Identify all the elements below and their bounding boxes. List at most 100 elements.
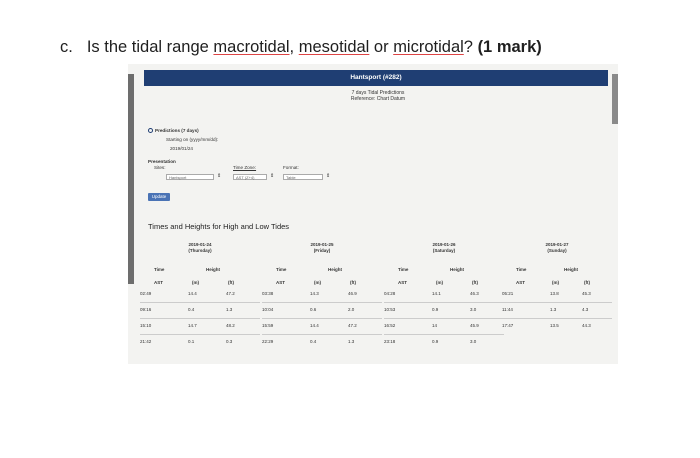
table-row: 11:44 1.3 4.3 (502, 302, 612, 319)
day-header: 2019-01-27 (Sunday) (502, 242, 612, 264)
height-header: Height (206, 267, 220, 272)
site-select[interactable]: Hantsport (166, 174, 214, 180)
day-table-4: 2019-01-27 (Sunday) Time Height AST (m) (… (502, 242, 612, 354)
ft-header: (ft) (228, 280, 234, 285)
row-ft: 46.3 (470, 291, 479, 296)
table-row: 04:28 14.1 46.3 (384, 286, 504, 303)
table-row: 21:42 0.1 0.3 (140, 334, 260, 350)
row-m: 0.9 (432, 339, 439, 344)
m-header: (m) (192, 280, 199, 285)
row-time: 23:18 (384, 339, 396, 344)
row-time: 04:28 (384, 291, 396, 296)
day-header: 2019-01-26 (Saturday) (384, 242, 504, 264)
row-time: 15:59 (262, 323, 274, 328)
row-m: 14 (432, 323, 438, 328)
day-header: 2019-01-24 (Thursday) (140, 242, 260, 264)
day-table-1: 2019-01-24 (Thursday) Time Height AST (m)… (140, 242, 260, 354)
time-header: Time (276, 267, 287, 272)
row-m: 0.4 (188, 307, 195, 312)
row-m: 14.7 (188, 323, 197, 328)
row-ft: 3.0 (470, 339, 477, 344)
row-ft: 1.3 (226, 307, 233, 312)
question-letter: c. (60, 38, 73, 56)
format-select[interactable]: Table (283, 174, 323, 180)
table-row: 02:49 14.4 47.2 (140, 286, 260, 303)
predictions-option[interactable]: Predictions (7 days) (148, 128, 199, 134)
table-row: 15:10 14.7 48.2 (140, 318, 260, 335)
height-header: Height (328, 267, 342, 272)
section-title: Times and Heights for High and Low Tides (148, 222, 290, 231)
left-edge (128, 74, 134, 284)
ft-header: (ft) (584, 280, 590, 285)
radio-icon[interactable] (148, 128, 153, 134)
table-row: 23:18 0.9 3.0 (384, 334, 504, 350)
m-header: (m) (314, 280, 321, 285)
time-header: Time (154, 267, 165, 272)
row-m: 0.1 (188, 339, 195, 344)
row-ft: 45.3 (582, 291, 591, 296)
row-m: 14.1 (432, 291, 441, 296)
height-header: Height (450, 267, 464, 272)
question-text: c. Is the tidal range macrotidal, mesotid… (60, 38, 542, 57)
ft-header: (ft) (472, 280, 478, 285)
term-macrotidal: macrotidal (213, 38, 290, 56)
site-chevron-icon[interactable]: ⇕ (217, 173, 221, 179)
term-microtidal: microtidal (393, 38, 464, 56)
height-header: Height (564, 267, 578, 272)
row-time: 15:10 (140, 323, 152, 328)
format-chevron-icon[interactable]: ⇕ (326, 173, 330, 179)
m-header: (m) (436, 280, 443, 285)
row-ft: 2.0 (348, 307, 355, 312)
row-ft: 1.3 (348, 339, 355, 344)
day-weekday: (Friday) (313, 248, 331, 253)
ast-header: AST (154, 280, 163, 285)
row-m: 14.4 (310, 323, 319, 328)
question-marks: (1 mark) (477, 38, 542, 56)
row-time: 10:04 (262, 307, 274, 312)
row-ft: 45.9 (470, 323, 479, 328)
timezone-select[interactable]: AST (Z+4) (233, 174, 267, 180)
row-ft: 44.3 (582, 323, 591, 328)
day-weekday: (Saturday) (432, 248, 456, 253)
question-prefix: Is the tidal range (86, 38, 214, 56)
format-label: Format: (283, 165, 299, 170)
time-header: Time (516, 267, 527, 272)
day-header: 2019-01-25 (Friday) (262, 242, 382, 264)
day-weekday: (Sunday) (547, 248, 567, 253)
table-row: 16:52 14 45.9 (384, 318, 504, 335)
row-time: 09:16 (140, 307, 152, 312)
row-m: 0.6 (310, 307, 317, 312)
row-time: 05:21 (502, 291, 514, 296)
table-row: 10:04 0.6 2.0 (262, 302, 382, 319)
row-m: 1.3 (550, 307, 557, 312)
tide-table-photo: Hantsport (#282) 7 days Tidal Prediction… (128, 64, 618, 364)
question-separator: , (289, 38, 299, 56)
row-m: 13.8 (550, 291, 559, 296)
row-ft: 0.3 (226, 339, 233, 344)
row-m: 0.9 (432, 307, 439, 312)
table-row: 15:59 14.4 47.2 (262, 318, 382, 335)
row-time: 02:49 (140, 291, 152, 296)
sites-label: Sites: (154, 165, 166, 170)
ast-header: AST (276, 280, 285, 285)
row-ft: 3.0 (470, 307, 477, 312)
ast-header: AST (398, 280, 407, 285)
update-button[interactable]: Update (148, 193, 170, 201)
row-time: 17:47 (502, 323, 514, 328)
starting-on-value[interactable]: 2019/01/24 (170, 146, 193, 152)
ft-header: (ft) (350, 280, 356, 285)
day-table-2: 2019-01-25 (Friday) Time Height AST (m) (… (262, 242, 382, 354)
table-row: 10:53 0.9 3.0 (384, 302, 504, 319)
row-time: 03:38 (262, 291, 274, 296)
starting-on-label: Starting on (yyyy/mm/dd): (166, 137, 219, 142)
row-m: 13.5 (550, 323, 559, 328)
table-row: 22:29 0.4 1.3 (262, 334, 382, 350)
timezone-chevron-icon[interactable]: ⇕ (270, 173, 274, 179)
row-m: 0.4 (310, 339, 317, 344)
row-ft: 48.2 (226, 323, 235, 328)
row-time: 21:42 (140, 339, 152, 344)
table-row: 17:47 13.5 44.3 (502, 318, 612, 334)
ast-header: AST (516, 280, 525, 285)
row-m: 14.4 (188, 291, 197, 296)
table-row: 09:16 0.4 1.3 (140, 302, 260, 319)
